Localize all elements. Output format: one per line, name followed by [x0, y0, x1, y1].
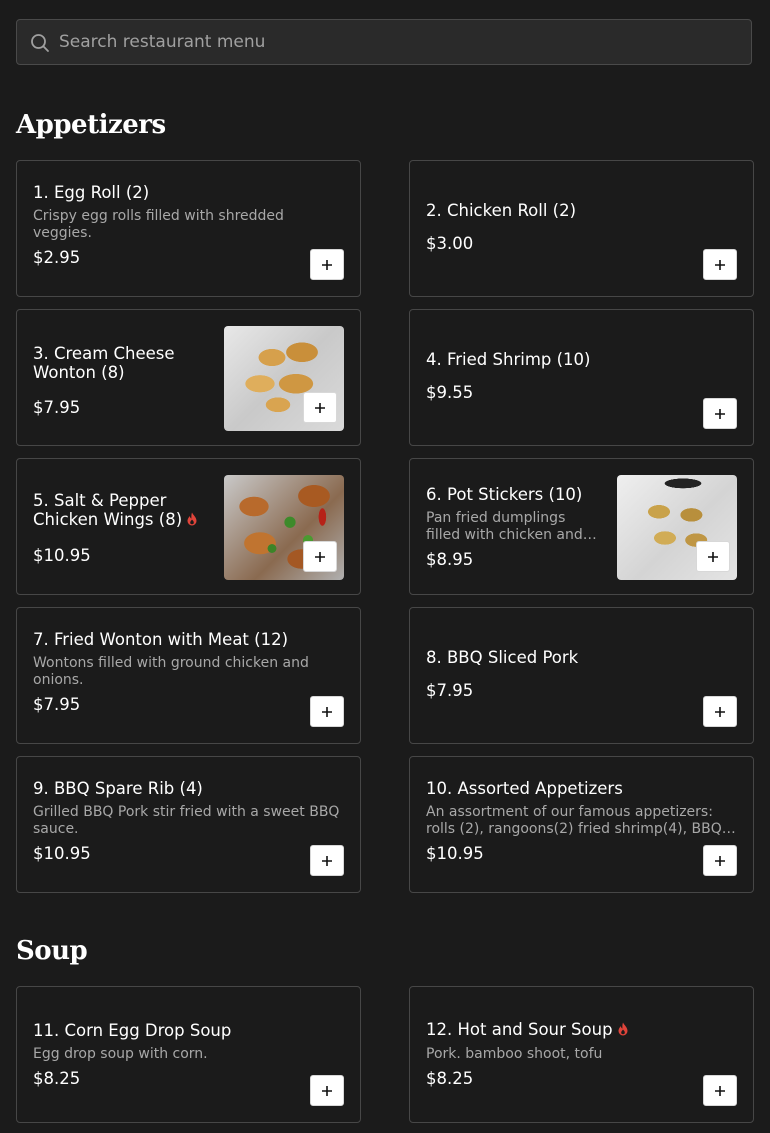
item-name: 3. Cream Cheese Wonton (8): [33, 344, 175, 382]
spicy-flame-icon: [186, 511, 198, 530]
plus-icon: [315, 551, 325, 562]
item-price: $3.00: [426, 234, 474, 253]
add-to-cart-button[interactable]: [703, 1075, 737, 1106]
menu-item-card[interactable]: 6. Pot Stickers (10) Pan fried dumplings…: [409, 458, 754, 595]
plus-icon: [322, 1085, 332, 1096]
menu-item-card[interactable]: 11. Corn Egg Drop Soup Egg drop soup wit…: [16, 986, 361, 1123]
plus-icon: [322, 855, 332, 866]
item-name: 8. BBQ Sliced Pork: [426, 648, 579, 667]
menu-item-card[interactable]: 7. Fried Wonton with Meat (12) Wontons f…: [16, 607, 361, 744]
section-title-appetizers: Appetizers: [16, 110, 166, 140]
item-name: 5. Salt & Pepper Chicken Wings (8): [33, 491, 183, 529]
item-name: 9. BBQ Spare Rib (4): [33, 779, 203, 798]
item-price: $7.95: [33, 398, 81, 417]
item-name: 12. Hot and Sour Soup: [426, 1020, 613, 1039]
plus-icon: [715, 1085, 725, 1096]
plus-icon: [715, 408, 725, 419]
item-price: $2.95: [33, 248, 81, 267]
item-name: 6. Pot Stickers (10): [426, 485, 583, 504]
item-name-row: 5. Salt & Pepper Chicken Wings (8): [33, 491, 210, 530]
add-to-cart-button[interactable]: [703, 249, 737, 280]
item-photo-wonton[interactable]: [224, 326, 344, 431]
spicy-flame-icon: [617, 1021, 629, 1040]
item-description: Pan fried dumplings filled with chicken …: [426, 510, 583, 543]
item-photo-potstickers[interactable]: [617, 475, 737, 580]
item-photo-wings[interactable]: [224, 475, 344, 580]
add-to-cart-button[interactable]: [310, 249, 344, 280]
item-price: $7.95: [33, 695, 81, 714]
item-description: Pork. bamboo shoot, tofu: [426, 1046, 603, 1062]
item-name: 1. Egg Roll (2): [33, 183, 150, 202]
item-price: $7.95: [426, 681, 474, 700]
search-input[interactable]: [59, 20, 739, 64]
item-name: 7. Fried Wonton with Meat (12): [33, 630, 289, 649]
menu-item-card[interactable]: 2. Chicken Roll (2) $3.00: [409, 160, 754, 297]
item-description: Grilled BBQ Pork stir fried with a sweet…: [33, 804, 340, 837]
item-description: Crispy egg rolls filled with shredded ve…: [33, 208, 284, 241]
item-price: $10.95: [33, 546, 91, 565]
item-name: 10. Assorted Appetizers: [426, 779, 623, 798]
menu-item-card[interactable]: 8. BBQ Sliced Pork $7.95: [409, 607, 754, 744]
item-name-row: 12. Hot and Sour Soup: [426, 1020, 737, 1040]
item-price: $10.95: [33, 844, 91, 863]
plus-icon: [715, 706, 725, 717]
item-price: $8.25: [426, 1069, 474, 1088]
menu-item-card[interactable]: 4. Fried Shrimp (10) $9.55: [409, 309, 754, 446]
item-price: $10.95: [426, 844, 484, 863]
add-to-cart-button[interactable]: [303, 541, 337, 572]
item-price: $8.95: [426, 550, 474, 569]
plus-icon: [715, 855, 725, 866]
add-to-cart-button[interactable]: [703, 398, 737, 429]
menu-item-card[interactable]: 1. Egg Roll (2) Crispy egg rolls filled …: [16, 160, 361, 297]
section-title-soup: Soup: [16, 936, 88, 966]
add-to-cart-button[interactable]: [696, 541, 730, 572]
add-to-cart-button[interactable]: [703, 845, 737, 876]
plus-icon: [322, 259, 332, 270]
plus-icon: [315, 402, 325, 413]
item-description: Egg drop soup with corn.: [33, 1046, 208, 1062]
item-name: 11. Corn Egg Drop Soup: [33, 1021, 232, 1040]
menu-item-card[interactable]: 10. Assorted Appetizers An assortment of…: [409, 756, 754, 893]
plus-icon: [708, 551, 718, 562]
search-bar: [16, 19, 752, 65]
menu-item-card[interactable]: 12. Hot and Sour Soup Pork. bamboo shoot…: [409, 986, 754, 1123]
search-icon: [31, 34, 49, 52]
add-to-cart-button[interactable]: [310, 696, 344, 727]
item-price: $8.25: [33, 1069, 81, 1088]
plus-icon: [715, 259, 725, 270]
plus-icon: [322, 706, 332, 717]
item-description: An assortment of our famous appetizers: …: [426, 804, 722, 837]
add-to-cart-button[interactable]: [303, 392, 337, 423]
menu-item-card[interactable]: 3. Cream Cheese Wonton (8) $7.95: [16, 309, 361, 446]
item-name: 2. Chicken Roll (2): [426, 201, 577, 220]
item-description: Wontons filled with ground chicken and o…: [33, 655, 309, 688]
menu-item-card[interactable]: 5. Salt & Pepper Chicken Wings (8) $10.9…: [16, 458, 361, 595]
add-to-cart-button[interactable]: [310, 1075, 344, 1106]
add-to-cart-button[interactable]: [703, 696, 737, 727]
item-price: $9.55: [426, 383, 474, 402]
menu-item-card[interactable]: 9. BBQ Spare Rib (4) Grilled BBQ Pork st…: [16, 756, 361, 893]
add-to-cart-button[interactable]: [310, 845, 344, 876]
item-name: 4. Fried Shrimp (10): [426, 350, 591, 369]
